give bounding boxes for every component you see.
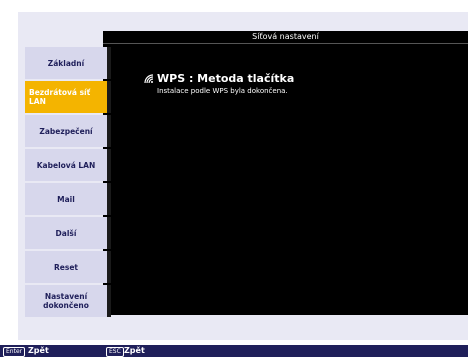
- sidebar-item-label: Základní: [47, 58, 85, 68]
- sidebar-item-label: Nastavení dokončeno: [43, 292, 89, 310]
- sidebar-item-nastaveni-dokonceno[interactable]: Nastavení dokončeno: [25, 285, 111, 317]
- sidebar-item-label: Mail: [57, 194, 75, 204]
- sidebar-item-zabezpeceni[interactable]: Zabezpečení: [25, 115, 111, 147]
- sidebar-item-label: Zabezpečení: [39, 126, 93, 136]
- enter-back-label[interactable]: Zpět: [28, 345, 49, 357]
- sidebar-item-label: Další: [55, 228, 77, 238]
- enter-key-icon: Enter: [3, 347, 26, 357]
- esc-key-icon: ESC: [106, 347, 124, 357]
- heading-text: WPS : Metoda tlačítka: [157, 72, 295, 85]
- sidebar-item-label: Bezdrátová síť LAN: [29, 88, 91, 106]
- wifi-icon: [144, 73, 154, 83]
- projector-menu-screen: Síťová nastavení Základní Bezdrátová síť…: [0, 0, 468, 357]
- page-title: WPS : Metoda tlačítka: [143, 72, 294, 85]
- footer-bar: Enter Zpět ESC Zpět: [0, 345, 468, 357]
- sidebar-item-mail[interactable]: Mail: [25, 183, 111, 215]
- sidebar-item-dalsi[interactable]: Další: [25, 217, 111, 249]
- sidebar-item-bezdratova-sit-lan[interactable]: Bezdrátová síť LAN: [25, 81, 111, 113]
- sidebar-item-label: Reset: [54, 262, 78, 272]
- sidebar-item-label: Kabelová LAN: [36, 160, 96, 170]
- sidebar-item-zakladni[interactable]: Základní: [25, 47, 111, 79]
- sidebar-item-reset[interactable]: Reset: [25, 251, 111, 283]
- status-message: Instalace podle WPS byla dokončena.: [157, 87, 288, 95]
- window-title: Síťová nastavení: [103, 31, 468, 44]
- esc-back-label[interactable]: Zpět: [124, 345, 145, 357]
- sidebar-item-kabelova-lan[interactable]: Kabelová LAN: [25, 149, 111, 181]
- top-margin: [0, 0, 468, 12]
